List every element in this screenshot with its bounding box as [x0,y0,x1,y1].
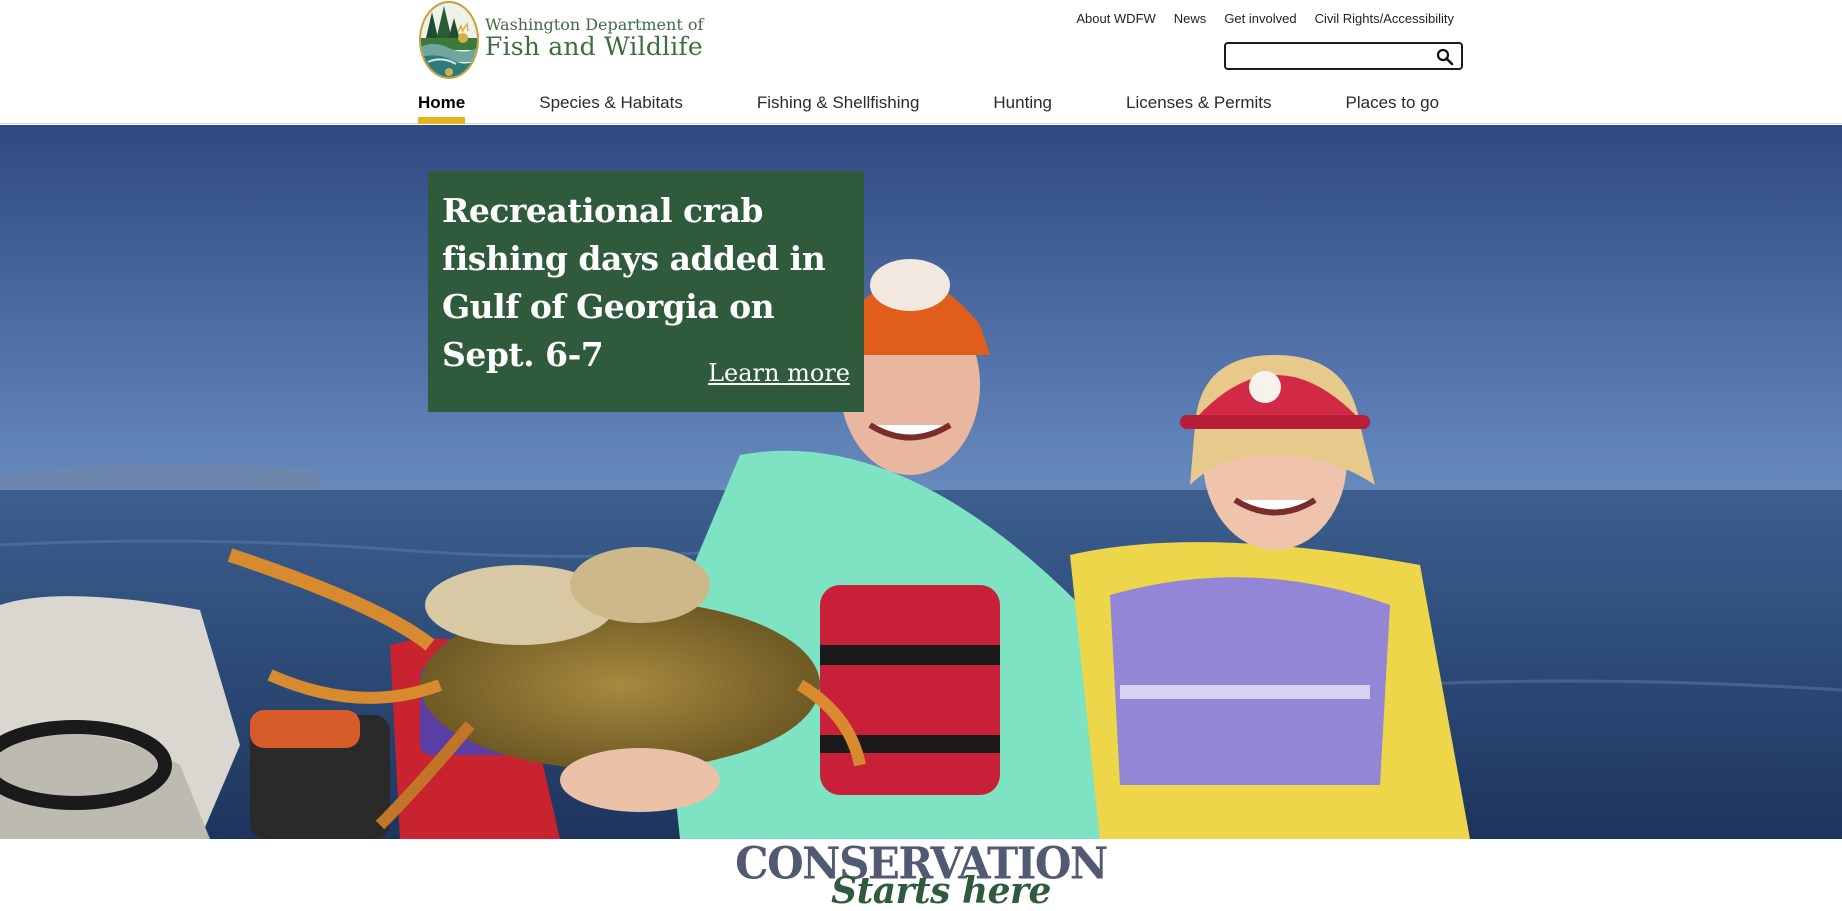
nav-item-home[interactable]: Home [418,93,466,124]
utility-link-get-involved[interactable]: Get involved [1224,11,1296,26]
utility-link-civil-rights[interactable]: Civil Rights/Accessibility [1315,11,1454,26]
search-box [1224,42,1463,70]
feature-headline: Recreational crab fishing days added in … [442,191,826,374]
conservation-banner: CONSERVATION Starts here [0,838,1842,911]
nav-item-species-habitats[interactable]: Species & Habitats [539,93,683,124]
hero-banner: Recreational crab fishing days added in … [0,125,1842,839]
main-nav: Home Species & Habitats Fishing & Shellf… [418,93,1439,124]
nav-item-licenses-permits[interactable]: Licenses & Permits [1126,93,1272,124]
agency-name-line2: Fish and Wildlife [485,32,703,61]
utility-link-news[interactable]: News [1174,11,1207,26]
feature-panel: Recreational crab fishing days added in … [428,171,864,412]
agency-logo-link[interactable]: Washington Department of Fish and Wildli… [418,0,703,80]
site-header: Washington Department of Fish and Wildli… [0,0,1842,124]
nav-item-fishing-shellfishing[interactable]: Fishing & Shellfishing [757,93,920,124]
learn-more-link[interactable]: Learn more [708,359,850,387]
banner-tagline: Starts here [831,870,1051,911]
agency-seal-icon [419,1,479,79]
hero-photo [0,125,1842,839]
utility-nav: About WDFW News Get involved Civil Right… [1076,11,1454,26]
nav-item-places-to-go[interactable]: Places to go [1346,93,1440,124]
nav-item-hunting[interactable]: Hunting [993,93,1052,124]
utility-link-about[interactable]: About WDFW [1076,11,1155,26]
search-icon[interactable] [1436,48,1454,66]
search-input[interactable] [1230,47,1425,66]
